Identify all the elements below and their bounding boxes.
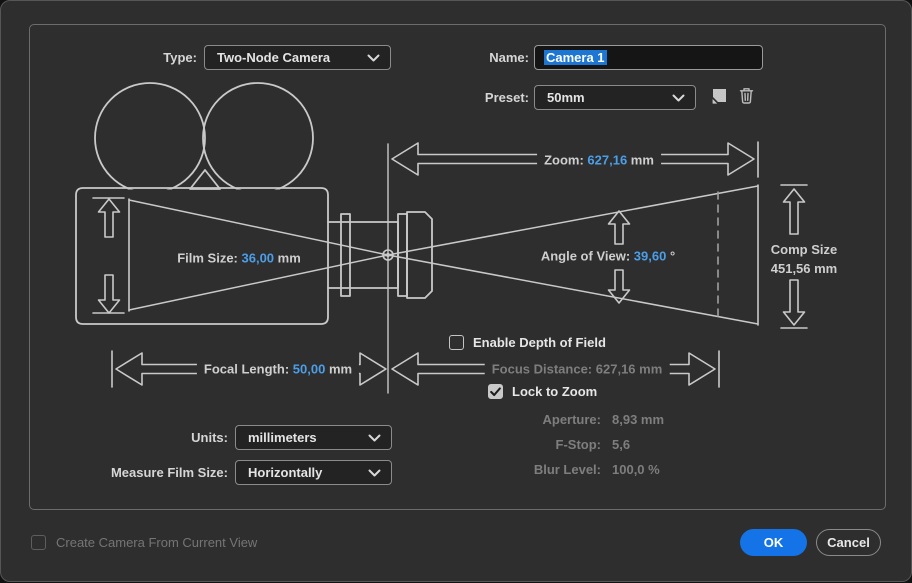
chevron-down-icon — [368, 434, 381, 442]
units-dropdown[interactable]: millimeters — [235, 425, 392, 450]
preset-dropdown[interactable]: 50mm — [534, 85, 696, 110]
chevron-down-icon — [367, 54, 380, 62]
cancel-button[interactable]: Cancel — [816, 529, 881, 556]
blur-level-label: Blur Level: — [461, 462, 601, 477]
type-dropdown[interactable]: Two-Node Camera — [204, 45, 391, 70]
enable-dof-label: Enable Depth of Field — [473, 335, 606, 350]
measure-film-size-dropdown[interactable]: Horizontally — [235, 460, 392, 485]
enable-dof-checkbox[interactable] — [449, 335, 464, 350]
focal-length-value[interactable]: 50,00 — [293, 362, 326, 377]
save-preset-icon — [709, 88, 728, 106]
zoom-value[interactable]: 627,16 — [587, 153, 627, 168]
type-dropdown-value: Two-Node Camera — [217, 50, 330, 65]
fstop-value: 5,6 — [612, 437, 630, 452]
checkmark-icon — [490, 387, 501, 397]
name-input[interactable]: Camera 1 — [534, 45, 763, 70]
blur-level-value: 100,0 % — [612, 462, 660, 477]
delete-preset-button[interactable] — [738, 86, 755, 110]
create-camera-from-view-checkbox[interactable] — [31, 535, 46, 550]
trash-icon — [738, 86, 755, 105]
measure-film-size-label: Measure Film Size: — [28, 460, 228, 485]
aperture-label: Aperture: — [461, 412, 601, 427]
focus-distance-value: 627,16 mm — [596, 362, 663, 377]
focal-length-label: Focal Length: 50,00 mm — [197, 362, 359, 377]
create-camera-from-view-label: Create Camera From Current View — [56, 535, 257, 550]
chevron-down-icon — [672, 94, 685, 102]
angle-of-view-value[interactable]: 39,60 — [634, 249, 667, 264]
preset-label: Preset: — [429, 85, 529, 110]
aperture-value: 8,93 mm — [612, 412, 664, 427]
camera-settings-dialog: Zoom: 627,16 mm Film Size: 36,00 mm Angl… — [0, 0, 912, 582]
film-size-label: Film Size: 36,00 mm — [177, 251, 301, 266]
comp-size-label: Comp Size 451,56 mm — [771, 240, 838, 278]
type-label: Type: — [97, 45, 197, 70]
fstop-label: F-Stop: — [461, 437, 601, 452]
name-input-selected-text: Camera 1 — [544, 50, 607, 65]
ok-button[interactable]: OK — [740, 529, 807, 556]
measure-film-size-dropdown-value: Horizontally — [248, 465, 322, 480]
name-label: Name: — [429, 45, 529, 70]
angle-of-view-label: Angle of View: 39,60 ° — [541, 249, 675, 264]
focus-distance-label: Focus Distance: 627,16 mm — [485, 362, 670, 377]
lock-to-zoom-checkbox[interactable] — [488, 384, 503, 399]
lock-to-zoom-label: Lock to Zoom — [512, 384, 597, 399]
preset-dropdown-value: 50mm — [547, 90, 585, 105]
save-preset-button[interactable] — [709, 88, 728, 111]
units-dropdown-value: millimeters — [248, 430, 317, 445]
units-label: Units: — [108, 425, 228, 450]
zoom-value-label: Zoom: 627,16 mm — [537, 153, 661, 168]
film-size-value[interactable]: 36,00 — [242, 251, 275, 266]
chevron-down-icon — [368, 469, 381, 477]
